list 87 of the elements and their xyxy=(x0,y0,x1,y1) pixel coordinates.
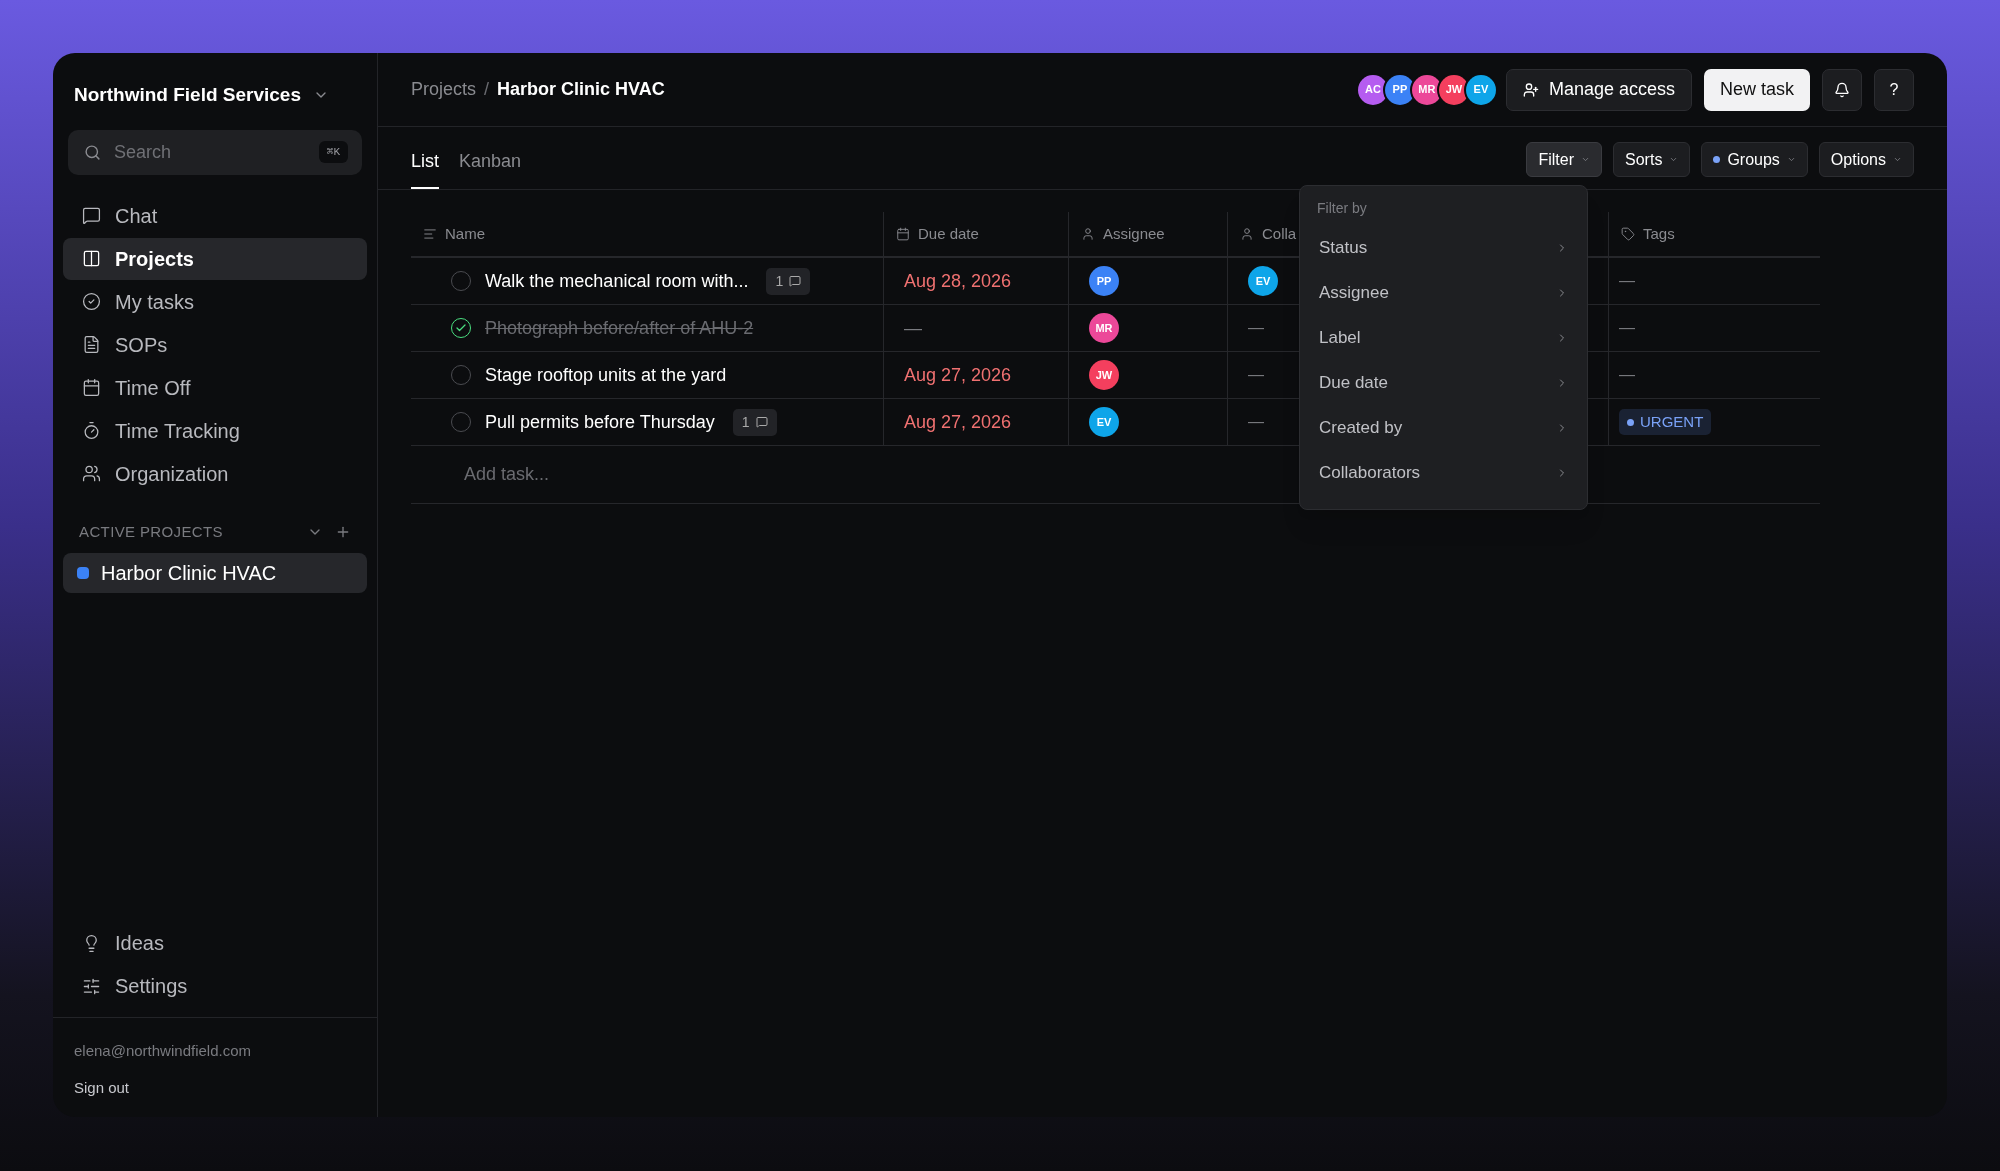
empty-value: — xyxy=(1619,318,1635,338)
calendar-icon xyxy=(82,378,101,397)
avatar: EV xyxy=(1089,407,1119,437)
table-cell: — xyxy=(883,305,1068,351)
view-tab[interactable]: List xyxy=(411,148,439,189)
search-icon xyxy=(84,143,101,161)
tag-icon xyxy=(1621,227,1635,241)
person-icon xyxy=(1240,227,1254,241)
toolbar-button[interactable]: Sorts xyxy=(1613,142,1691,177)
toolbar-button[interactable]: Filter xyxy=(1526,142,1603,177)
avatar: JW xyxy=(1438,74,1469,105)
column-header: Tags xyxy=(1608,212,1820,256)
comment-icon xyxy=(755,416,768,428)
task-name[interactable]: Photograph before/after of AHU-2 xyxy=(485,314,754,342)
avatar: PP xyxy=(1384,74,1415,105)
task-name[interactable]: Pull permits before Thursday xyxy=(485,408,715,436)
comment-count: 1 xyxy=(732,408,777,436)
sidebar-item[interactable]: My tasks xyxy=(63,280,367,323)
avatar: EV xyxy=(1248,266,1278,296)
task-name[interactable]: Walk the mechanical room with... xyxy=(485,267,749,295)
empty-value: — xyxy=(1248,365,1264,385)
caret-icon xyxy=(1893,155,1902,164)
avatar: PP xyxy=(1089,266,1119,296)
menu-item[interactable]: Created by xyxy=(1308,405,1579,450)
document-icon xyxy=(82,335,101,354)
empty-value: — xyxy=(1248,412,1264,432)
check-circle-icon xyxy=(82,292,101,311)
avatar: MR xyxy=(1089,313,1119,343)
caret-icon xyxy=(1786,155,1796,164)
notifications-button[interactable] xyxy=(1822,68,1862,111)
sidebar-item[interactable]: Chat xyxy=(63,194,367,237)
table-cell: Aug 27, 2026 xyxy=(883,399,1068,445)
section-label: ACTIVE PROJECTS xyxy=(79,521,224,542)
breadcrumb-current: Harbor Clinic HVAC xyxy=(497,78,665,101)
breadcrumb-link[interactable]: Projects xyxy=(411,76,477,103)
table-cell: Aug 28, 2026 xyxy=(883,258,1068,304)
new-task-button[interactable]: New task xyxy=(1703,68,1810,111)
empty-value: — xyxy=(1619,365,1635,385)
sign-out-link[interactable]: Sign out xyxy=(74,1076,356,1099)
tag-chip: URGENT xyxy=(1619,408,1712,436)
breadcrumb-separator: / xyxy=(484,78,490,101)
person-icon xyxy=(1081,227,1095,241)
sidebar-item[interactable]: SOPs xyxy=(63,323,367,366)
manage-access-button[interactable]: Manage access xyxy=(1505,68,1692,111)
toolbar-button[interactable]: Options xyxy=(1818,142,1914,177)
add-task-field[interactable]: Add task... xyxy=(464,461,550,488)
lines-icon xyxy=(423,227,437,241)
column-header: Assignee xyxy=(1068,212,1227,256)
view-tab[interactable]: Kanban xyxy=(459,148,522,189)
column-header: Name xyxy=(411,212,883,256)
avatar: AC xyxy=(1357,74,1388,105)
add-person-icon xyxy=(1522,81,1539,98)
workspace-name[interactable]: Northwind Field Services xyxy=(74,81,301,110)
sidebar-item[interactable]: Projects xyxy=(63,237,367,280)
menu-item[interactable]: Assignee xyxy=(1308,270,1579,315)
sidebar-item[interactable]: Time Tracking xyxy=(63,409,367,452)
sidebar-item[interactable]: Organization xyxy=(63,452,367,495)
task-name[interactable]: Stage rooftop units at the yard xyxy=(485,361,727,389)
empty-value: — xyxy=(1619,271,1635,291)
bell-icon xyxy=(1834,81,1850,98)
table-cell: Aug 27, 2026 xyxy=(883,352,1068,398)
toolbar-button[interactable]: Groups xyxy=(1701,142,1808,177)
check-icon xyxy=(455,322,467,334)
menu-item[interactable]: Due date xyxy=(1308,360,1579,405)
help-button[interactable]: ? xyxy=(1874,68,1914,111)
caret-icon xyxy=(1669,155,1679,164)
chat-icon xyxy=(82,206,101,225)
avatar: EV xyxy=(1465,74,1496,105)
empty-value: — xyxy=(1248,318,1264,338)
menu-item[interactable]: Label xyxy=(1308,315,1579,360)
column-header: Due date xyxy=(883,212,1068,256)
project-item[interactable]: Harbor Clinic HVAC xyxy=(63,553,367,593)
sliders-icon xyxy=(82,976,101,996)
calendar-icon xyxy=(896,227,910,241)
sidebar-item[interactable]: Time Off xyxy=(63,366,367,409)
avatar: MR xyxy=(1411,74,1442,105)
comment-count: 1 xyxy=(766,267,811,295)
user-email: elena@northwindfield.com xyxy=(74,1041,252,1061)
people-icon xyxy=(82,464,101,483)
sidebar-item[interactable]: Ideas xyxy=(63,922,367,964)
comment-icon xyxy=(789,275,802,287)
menu-item[interactable]: Collaborators xyxy=(1308,450,1579,495)
stopwatch-icon xyxy=(82,421,101,440)
sidebar-item[interactable]: Settings xyxy=(63,965,367,1007)
avatar: JW xyxy=(1089,360,1119,390)
columns-icon xyxy=(82,249,101,268)
caret-icon xyxy=(1581,155,1591,164)
